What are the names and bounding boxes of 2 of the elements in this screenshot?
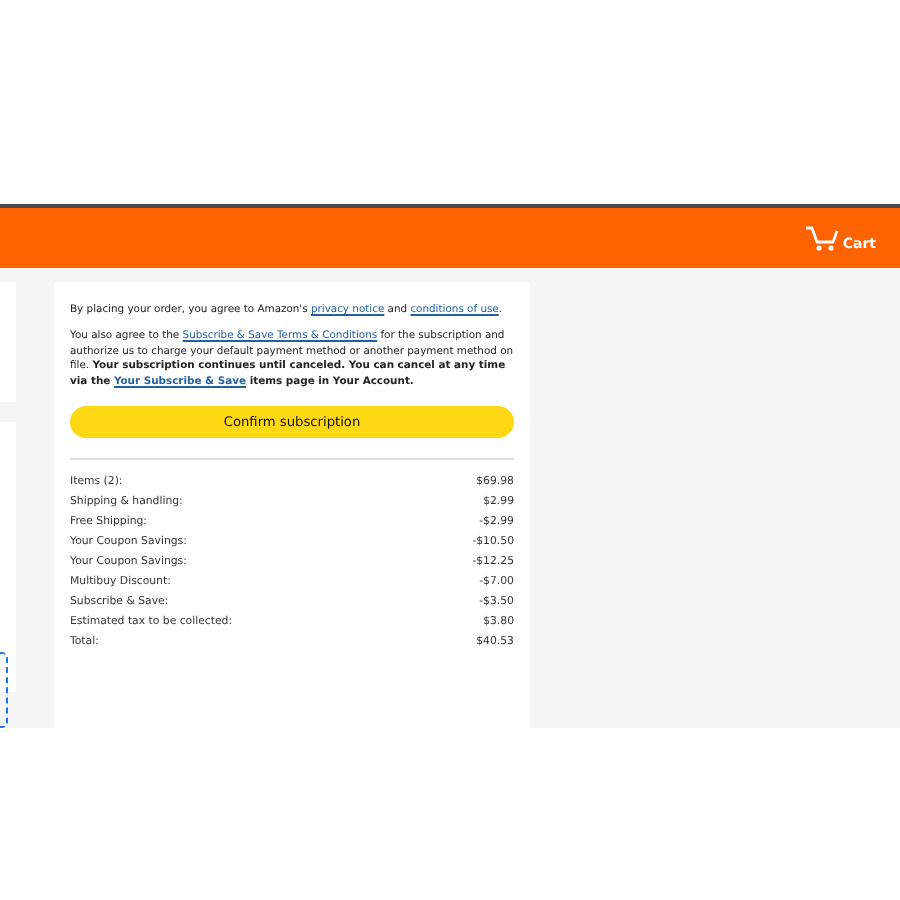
dashed-field[interactable] [0, 652, 8, 728]
cart-icon [804, 224, 841, 252]
